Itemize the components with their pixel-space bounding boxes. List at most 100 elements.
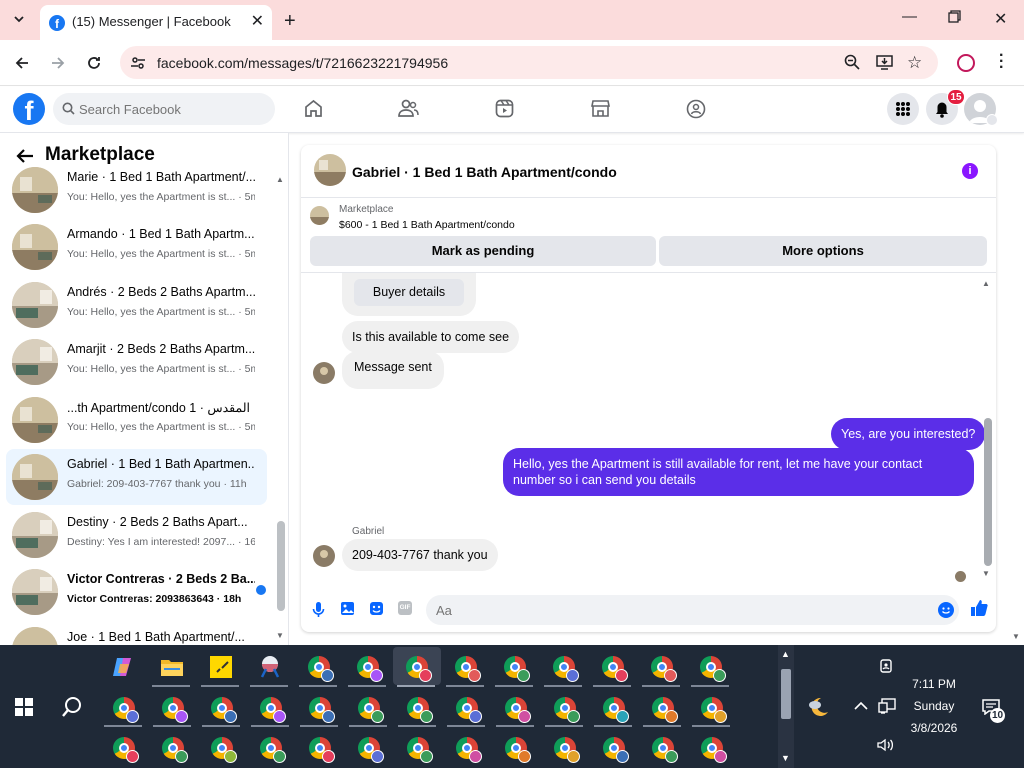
weather-icon[interactable] (806, 695, 830, 719)
chrome-icon[interactable] (260, 737, 286, 763)
chrome-icon[interactable] (162, 737, 188, 763)
chrome-icon[interactable] (455, 656, 481, 682)
file-explorer-icon[interactable] (160, 655, 184, 679)
notification-center-icon[interactable]: 10 (982, 699, 1005, 723)
show-hidden-icons-icon[interactable] (854, 701, 868, 711)
profile-icon[interactable] (957, 54, 975, 72)
chrome-icon[interactable] (309, 737, 335, 763)
facebook-logo-icon[interactable]: f (13, 93, 45, 125)
chat-title[interactable]: Gabriel · 1 Bed 1 Bath Apartment/condo (352, 164, 617, 180)
copilot-icon[interactable] (111, 655, 135, 679)
chat-avatar[interactable] (314, 154, 346, 186)
conversation-item[interactable]: Joe · 1 Bed 1 Bath Apartment/... (6, 622, 267, 645)
bookmark-star-icon[interactable]: ☆ (907, 53, 922, 73)
windows-start-icon[interactable] (15, 698, 33, 716)
message-input-box[interactable] (426, 595, 959, 625)
clock-time[interactable]: 7:11 PM (906, 677, 962, 691)
taskbar-overflow-scrollbar[interactable]: ▲ ▼ (778, 645, 794, 768)
chrome-icon[interactable] (357, 656, 383, 682)
home-icon[interactable] (304, 99, 323, 118)
new-tab-icon[interactable]: + (284, 10, 296, 33)
chrome-icon[interactable] (651, 656, 677, 682)
minimize-icon[interactable]: — (902, 8, 917, 25)
network-icon[interactable] (878, 698, 896, 714)
search-box[interactable] (53, 93, 275, 125)
chevron-up-icon[interactable]: ▲ (781, 649, 790, 659)
message-input[interactable] (436, 595, 916, 625)
chrome-icon[interactable] (358, 697, 384, 723)
restore-icon[interactable] (948, 10, 961, 23)
chrome-icon[interactable] (652, 737, 678, 763)
zoom-icon[interactable] (844, 54, 860, 70)
chrome-icon[interactable] (505, 697, 531, 723)
account-chevron-icon[interactable] (986, 114, 998, 126)
back-icon[interactable] (14, 55, 30, 71)
reload-icon[interactable] (86, 55, 102, 71)
browser-menu-icon[interactable]: · · · (999, 48, 1004, 76)
overflow-scroll-thumb[interactable] (781, 669, 791, 719)
taskbar-search-icon[interactable] (61, 696, 83, 718)
url-text[interactable]: facebook.com/messages/t/7216623221794956 (157, 55, 448, 71)
chat-scrollbar[interactable] (984, 418, 992, 566)
chrome-icon[interactable] (701, 737, 727, 763)
conversation-item[interactable]: ...th Apartment/condo 1 · المقدس You: He… (6, 392, 267, 448)
clock-date[interactable]: 3/8/2026 (906, 721, 962, 735)
chevron-down-icon[interactable]: ▼ (781, 753, 790, 763)
gif-icon[interactable]: GIF (398, 601, 412, 615)
conversation-item[interactable]: Armando · 1 Bed 1 Bath Apartm... You: He… (6, 219, 267, 275)
thumbs-up-icon[interactable] (970, 599, 988, 617)
chrome-icon[interactable] (652, 697, 678, 723)
emoji-icon[interactable] (938, 602, 954, 618)
conversation-item[interactable]: Destiny · 2 Beds 2 Baths Apart... Destin… (6, 507, 267, 563)
buyer-details-button[interactable]: Buyer details (354, 279, 464, 306)
listing-thumbnail[interactable] (310, 206, 329, 225)
scroll-up-arrow-icon[interactable]: ▲ (982, 279, 990, 288)
close-window-icon[interactable]: ✕ (994, 9, 1007, 29)
sticky-notes-icon[interactable] (209, 655, 233, 679)
close-tab-icon[interactable]: ✕ (251, 11, 264, 31)
page-scroll-down-icon[interactable]: ▼ (1012, 632, 1020, 641)
chrome-icon[interactable] (407, 737, 433, 763)
chrome-icon[interactable] (113, 737, 139, 763)
browser-tab[interactable]: f (15) Messenger | Facebook ✕ (40, 5, 272, 40)
info-icon[interactable]: i (962, 163, 978, 179)
site-info-icon[interactable] (130, 55, 146, 71)
meet-now-icon[interactable] (878, 659, 894, 675)
chrome-icon[interactable] (407, 697, 433, 723)
sidebar-scrollbar[interactable] (277, 521, 285, 611)
chrome-icon[interactable] (603, 737, 629, 763)
chrome-icon[interactable] (504, 656, 530, 682)
scroll-down-arrow-icon[interactable]: ▼ (276, 631, 284, 640)
conversation-item-active[interactable]: Gabriel · 1 Bed 1 Bath Apartmen... Gabri… (6, 449, 267, 505)
chrome-icon[interactable] (700, 656, 726, 682)
more-options-button[interactable]: More options (659, 236, 987, 266)
clock-day[interactable]: Sunday (906, 699, 962, 713)
sticker-icon[interactable] (369, 601, 384, 616)
chrome-icon[interactable] (456, 697, 482, 723)
chrome-icon[interactable] (505, 737, 531, 763)
mark-as-pending-button[interactable]: Mark as pending (310, 236, 656, 266)
chrome-icon[interactable] (406, 656, 432, 682)
chrome-icon[interactable] (211, 737, 237, 763)
chrome-icon[interactable] (308, 656, 334, 682)
snipping-tool-icon[interactable] (258, 655, 282, 679)
photo-icon[interactable] (340, 601, 355, 616)
search-input[interactable] (79, 93, 269, 125)
microphone-icon[interactable] (312, 601, 325, 618)
conversation-item[interactable]: Amarjit · 2 Beds 2 Baths Apartm... You: … (6, 334, 267, 390)
chrome-icon[interactable] (211, 697, 237, 723)
chrome-icon[interactable] (603, 697, 629, 723)
chrome-icon[interactable] (162, 697, 188, 723)
chrome-icon[interactable] (260, 697, 286, 723)
scroll-down-arrow-icon[interactable]: ▼ (982, 569, 990, 578)
notifications-button[interactable]: 15 (926, 89, 965, 125)
chrome-icon[interactable] (456, 737, 482, 763)
chrome-icon[interactable] (602, 656, 628, 682)
conversation-item[interactable]: Andrés · 2 Beds 2 Baths Apartm... You: H… (6, 277, 267, 333)
chrome-icon[interactable] (701, 697, 727, 723)
chrome-icon[interactable] (554, 737, 580, 763)
menu-grid-button[interactable] (887, 93, 919, 125)
listing-price-title[interactable]: $600 - 1 Bed 1 Bath Apartment/condo (339, 219, 515, 231)
omnibox[interactable]: facebook.com/messages/t/7216623221794956… (120, 46, 938, 79)
friends-icon[interactable] (398, 99, 419, 118)
